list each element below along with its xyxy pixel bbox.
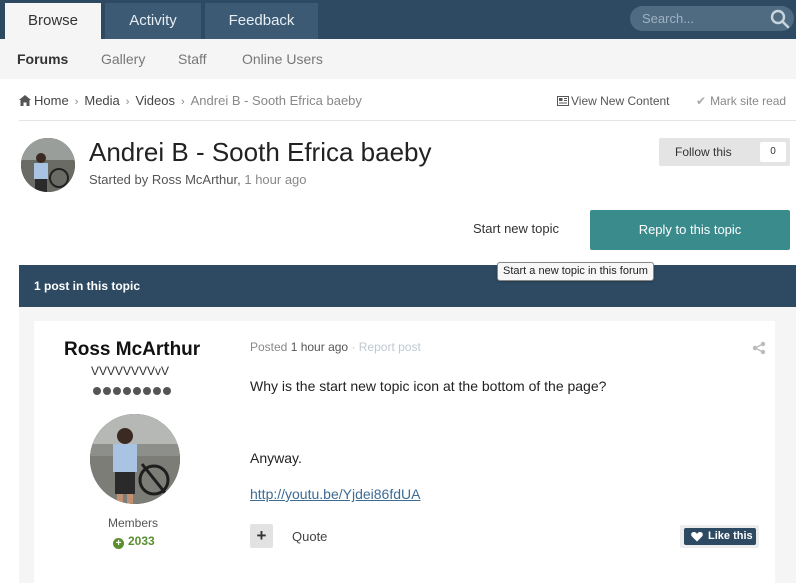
posted-label: Posted <box>250 340 288 354</box>
post-body-line: Why is the start new topic icon at the b… <box>250 378 607 394</box>
reputation-badge: +2033 <box>113 534 155 549</box>
quote-button[interactable]: Quote <box>292 529 327 544</box>
rank-pip <box>103 387 111 395</box>
view-new-content-link[interactable]: View New Content <box>557 94 670 108</box>
posts-count-bar: 1 post in this topic <box>19 265 796 307</box>
multiquote-plus-button[interactable]: + <box>250 524 273 548</box>
rank-pip <box>143 387 151 395</box>
subnav-online-users[interactable]: Online Users <box>242 51 323 67</box>
tab-activity[interactable]: Activity <box>105 3 201 39</box>
breadcrumb-videos[interactable]: Videos <box>135 93 175 108</box>
breadcrumb: Home › Media › Videos › Andrei B - Sooth Efric… <box>19 93 362 108</box>
post-author-name[interactable]: Ross McArthur <box>64 339 200 361</box>
breadcrumb-home[interactable]: Home <box>34 93 69 108</box>
mark-site-read-label: Mark site read <box>710 94 787 108</box>
plus-circle-icon: + <box>113 538 124 549</box>
reply-to-topic-button[interactable]: Reply to this topic <box>590 210 790 250</box>
author-avatar-large[interactable] <box>90 414 180 504</box>
heart-icon <box>691 532 703 542</box>
checkmark-icon: ✔ <box>696 94 707 108</box>
started-time: 1 hour ago <box>244 172 307 187</box>
subnav-forums[interactable]: Forums <box>17 51 68 67</box>
search-input[interactable]: Search... <box>630 6 794 31</box>
newspaper-icon <box>557 96 569 106</box>
share-icon[interactable] <box>752 341 766 355</box>
rank-pip <box>153 387 161 395</box>
posted-time[interactable]: 1 hour ago <box>291 340 348 354</box>
like-label: Like this <box>708 530 753 542</box>
like-button[interactable]: Like this <box>684 528 756 545</box>
follow-label: Follow this <box>675 145 732 159</box>
chevron-right-icon: › <box>180 96 185 108</box>
subnav-staff[interactable]: Staff <box>178 51 207 67</box>
topic-started-by: Started by Ross McArthur, 1 hour ago <box>89 172 307 187</box>
started-by-text: Started by Ross McArthur, <box>89 172 241 187</box>
topic-title: Andrei B - Sooth Efrica baeby <box>89 137 432 167</box>
chevron-right-icon: › <box>125 96 130 108</box>
home-icon <box>19 95 31 106</box>
search-placeholder: Search... <box>642 11 695 26</box>
divider <box>19 120 796 121</box>
subnav-gallery[interactable]: Gallery <box>101 51 145 67</box>
reputation-value: 2033 <box>128 534 155 548</box>
mark-site-read-link[interactable]: ✔ Mark site read <box>696 94 786 108</box>
tab-feedback[interactable]: Feedback <box>205 3 318 39</box>
rank-pip <box>113 387 121 395</box>
follow-button[interactable]: Follow this 0 <box>659 138 790 166</box>
rank-pip <box>93 387 101 395</box>
post-video-link[interactable]: http://youtu.be/Yjdei86fdUA <box>250 486 420 502</box>
rank-pip <box>133 387 141 395</box>
follow-count-badge: 0 <box>760 142 786 162</box>
like-container: Like this <box>680 525 759 548</box>
tooltip: Start a new topic in this forum <box>497 262 654 281</box>
start-new-topic-link[interactable]: Start new topic <box>473 221 559 236</box>
post-body-line: Anyway. <box>250 450 302 466</box>
view-new-content-label: View New Content <box>571 94 670 108</box>
rank-pip <box>163 387 171 395</box>
top-navigation: Browse Activity Feedback Search... <box>0 0 796 39</box>
author-avatar-small[interactable] <box>21 138 75 192</box>
search-icon[interactable] <box>770 9 790 29</box>
rank-pips <box>93 387 171 395</box>
report-post-link[interactable]: · Report post <box>351 340 420 354</box>
post-meta: Posted 1 hour ago · Report post <box>250 340 421 354</box>
rank-pip <box>123 387 131 395</box>
sub-navigation: Forums Gallery Staff Online Users <box>0 39 796 79</box>
breadcrumb-current: Andrei B - Sooth Efrica baeby <box>190 93 362 108</box>
member-group: Members <box>108 516 159 530</box>
rank-title: VVVVVVVVvV <box>91 364 170 378</box>
breadcrumb-media[interactable]: Media <box>84 93 119 108</box>
posts-count-label: 1 post in this topic <box>34 279 141 293</box>
tab-browse[interactable]: Browse <box>5 3 101 39</box>
chevron-right-icon: › <box>74 96 79 108</box>
